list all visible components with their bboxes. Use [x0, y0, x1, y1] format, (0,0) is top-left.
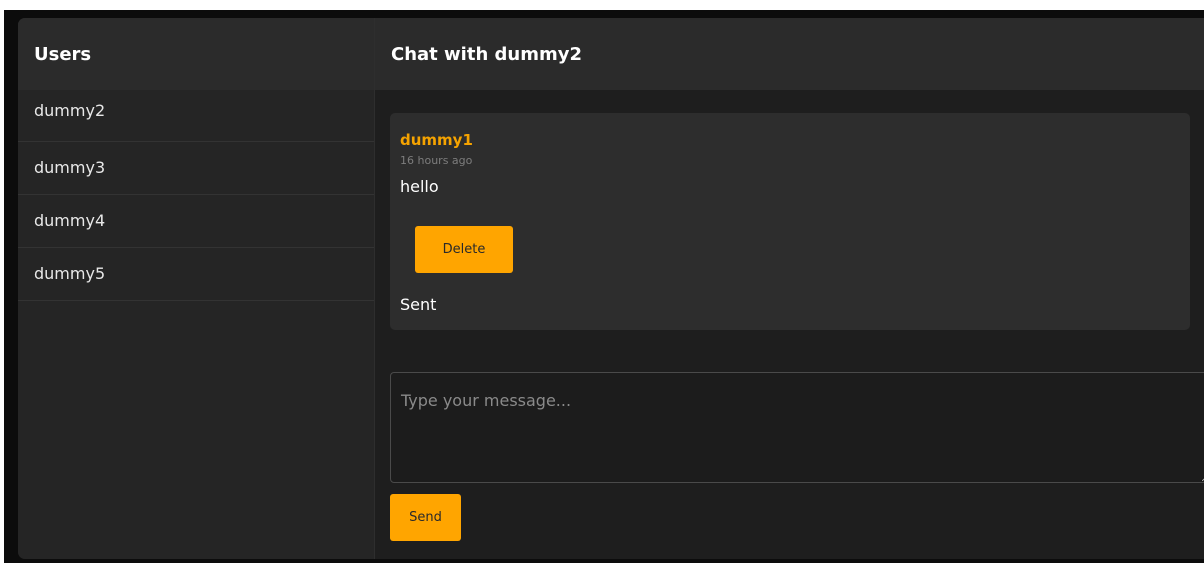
users-sidebar: Users dummy2 dummy3 dummy4 dummy5 [18, 18, 375, 559]
window-frame: Users dummy2 dummy3 dummy4 dummy5 Chat w… [4, 10, 1204, 563]
message-author: dummy1 [400, 131, 473, 149]
users-header: Users [18, 18, 374, 90]
message-card: dummy1 16 hours ago hello Delete Sent [390, 113, 1190, 330]
send-button[interactable]: Send [390, 494, 461, 541]
user-item-dummy3[interactable]: dummy3 [18, 142, 374, 195]
user-item-dummy4[interactable]: dummy4 [18, 195, 374, 248]
chat-header: Chat with dummy2 [375, 18, 1204, 90]
user-list: dummy2 dummy3 dummy4 dummy5 [18, 90, 374, 301]
chat-panel: Chat with dummy2 dummy1 16 hours ago hel… [375, 18, 1204, 559]
message-text: hello [400, 177, 439, 196]
user-item-dummy2[interactable]: dummy2 [18, 90, 374, 142]
delete-message-button[interactable]: Delete [415, 226, 513, 273]
user-item-dummy5[interactable]: dummy5 [18, 248, 374, 301]
message-timestamp: 16 hours ago [400, 154, 473, 167]
message-status: Sent [400, 295, 437, 314]
message-input[interactable] [390, 372, 1204, 483]
chat-app: Users dummy2 dummy3 dummy4 dummy5 Chat w… [18, 18, 1204, 559]
